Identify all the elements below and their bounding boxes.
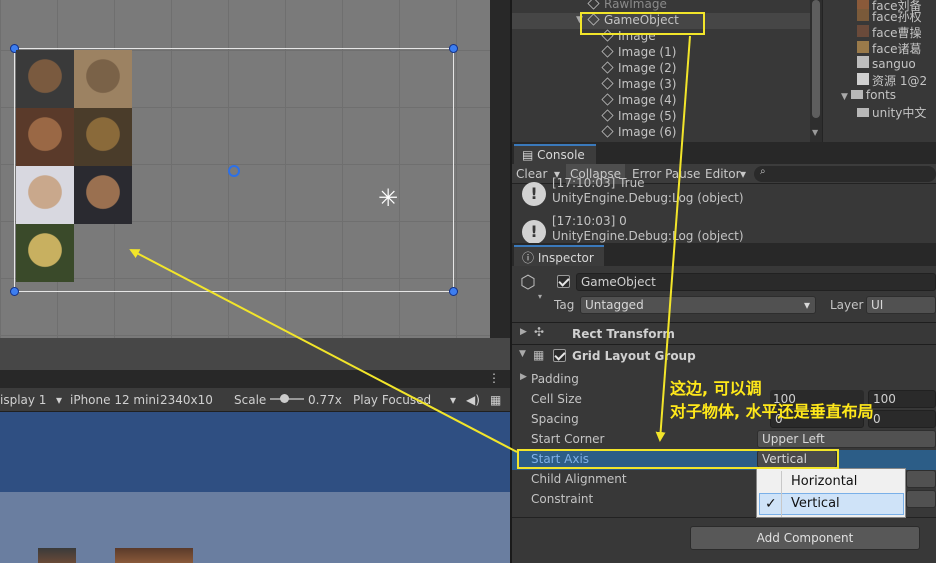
annotation-line-2: 对子物体, 水平还是垂直布局 (670, 402, 874, 421)
arrow-to-scene-grid (129, 249, 518, 453)
annotation-arrows (129, 35, 691, 453)
annotation-callout: 这边, 可以调 对子物体, 水平还是垂直布局 (670, 377, 874, 423)
annotation-line-1: 这边, 可以调 (670, 379, 762, 398)
